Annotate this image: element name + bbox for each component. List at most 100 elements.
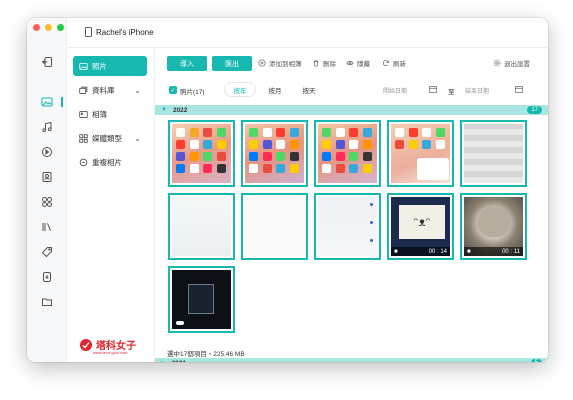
chevron-right-icon[interactable]: ▶ (161, 360, 166, 363)
export-button[interactable]: 匯出 (212, 56, 252, 71)
video-camera-icon: ■ (467, 248, 471, 255)
homescreen-apps (245, 124, 304, 177)
photos-rail-icon[interactable] (39, 94, 55, 110)
sidebar-item-label: 照片 (92, 61, 107, 71)
chevron-down-icon[interactable]: ▼ (161, 107, 167, 113)
album-icon (79, 110, 88, 118)
photo-thumbnail[interactable] (314, 193, 381, 260)
title-bar: Rachel's iPhone (67, 18, 548, 48)
back-icon[interactable] (39, 54, 55, 70)
icon-rail (27, 18, 67, 362)
logo-url: www.tech-girlz.com (93, 350, 128, 355)
video-thumbnail[interactable]: ᵔᴥᵔ ■ 00 : 14 (387, 193, 454, 260)
rabbit-picture: ᵔᴥᵔ (399, 205, 445, 239)
tag-icon[interactable] (39, 244, 55, 260)
main-panel: 導入 匯出 添加到相簿 刪除 隱藏 刷新 退出設置 ✓ 照片(17) 按年 按月 (155, 48, 548, 362)
homescreen-apps (172, 124, 231, 177)
tab-by-year[interactable]: 按年 (225, 83, 255, 96)
eye-icon (346, 60, 354, 66)
close-window-button[interactable] (33, 24, 40, 31)
sidebar-item-label: 媒體類型 (92, 133, 122, 143)
zoom-window-button[interactable] (57, 24, 64, 31)
sidebar-item-photos[interactable]: 照片 (73, 56, 147, 76)
photo-thumbnail[interactable] (241, 120, 308, 187)
video-duration: 00 : 11 (502, 248, 520, 255)
chevron-down-icon[interactable]: ⌄ (134, 86, 141, 95)
calendar-widget (417, 158, 449, 180)
plus-circle-icon (258, 59, 266, 67)
phone-icon (85, 27, 92, 37)
logo-icon (80, 338, 92, 351)
to-label: 至 (448, 89, 455, 96)
video-icon[interactable] (39, 144, 55, 160)
video-duration-bar: ■ 00 : 11 (464, 247, 523, 256)
app-window: Rachel's iPhone 照片 資料庫 ⌄ 相簿 媒體類型 ⌄ 重複相片 (27, 18, 548, 362)
video-duration-bar: ■ 00 : 14 (391, 247, 450, 256)
start-date-input[interactable]: 開始日期 (383, 86, 407, 95)
import-button[interactable]: 導入 (167, 56, 207, 71)
sidebar-item-label: 重複相片 (92, 157, 122, 167)
device-selector[interactable]: Rachel's iPhone (85, 27, 154, 37)
music-icon[interactable] (39, 119, 55, 135)
sidebar-item-albums[interactable]: 相簿 (73, 104, 147, 124)
cat-face (478, 207, 510, 237)
hide-label: 隱藏 (357, 61, 370, 68)
brand-logo: 塔科女子 www.tech-girlz.com (79, 337, 136, 355)
photo-thumbnail[interactable] (168, 266, 235, 333)
refresh-button[interactable]: 刷新 (382, 58, 406, 68)
minimize-window-button[interactable] (45, 24, 52, 31)
calendar-icon[interactable] (515, 85, 523, 93)
sidebar-item-label: 資料庫 (92, 85, 115, 95)
window-controls (33, 24, 64, 31)
duplicate-icon (79, 158, 88, 166)
year-section-2022[interactable]: ▼ 2022 17 (155, 105, 548, 115)
calendar-icon[interactable] (429, 85, 437, 93)
media-type-icon (79, 133, 88, 143)
video-duration: 00 : 14 (428, 248, 447, 255)
backup-icon[interactable] (39, 269, 55, 285)
delete-button[interactable]: 刪除 (312, 58, 336, 68)
sidebar-item-duplicates[interactable]: 重複相片 (73, 152, 147, 172)
select-all-checkbox[interactable]: ✓ (169, 86, 177, 94)
cloud-icon (176, 321, 184, 325)
refresh-icon (382, 60, 389, 66)
trash-icon (313, 60, 319, 67)
chevron-down-icon[interactable]: ⌄ (134, 134, 141, 143)
photo-thumbnail[interactable] (241, 193, 308, 260)
photo-thumbnail[interactable] (460, 120, 527, 187)
library-icon (79, 86, 88, 94)
contacts-icon[interactable] (39, 169, 55, 185)
add-to-album-button[interactable]: 添加到相簿 (258, 58, 302, 68)
year-section-2021[interactable]: ▶ 2021 5 (155, 358, 548, 362)
apps-icon[interactable] (39, 194, 55, 210)
add-to-album-label: 添加到相簿 (269, 61, 302, 68)
photo-thumbnail[interactable] (387, 120, 454, 187)
books-icon[interactable] (39, 219, 55, 235)
dark-object (188, 284, 214, 314)
delete-label: 刪除 (323, 61, 336, 68)
homescreen-apps (318, 124, 377, 177)
gear-icon (493, 59, 501, 67)
photo-thumbnail[interactable] (168, 193, 235, 260)
active-indicator (61, 97, 63, 107)
sidebar: 照片 資料庫 ⌄ 相簿 媒體類型 ⌄ 重複相片 塔科女子 www.tech-gi… (67, 48, 155, 362)
device-name: Rachel's iPhone (96, 27, 154, 37)
video-camera-icon: ■ (394, 248, 398, 255)
hide-button[interactable]: 隱藏 (346, 58, 370, 68)
photo-thumbnail[interactable] (314, 120, 381, 187)
homescreen-apps (391, 124, 450, 153)
end-date-input[interactable]: 結束日期 (465, 86, 489, 95)
photo-thumbnail[interactable] (168, 120, 235, 187)
exit-settings-button[interactable]: 退出設置 (493, 58, 530, 68)
sidebar-item-library[interactable]: 資料庫 ⌄ (73, 80, 147, 100)
video-thumbnail[interactable]: ■ 00 : 11 (460, 193, 527, 260)
filter-bar: ✓ 照片(17) 按年 按月 按天 開始日期 至 結束日期 (163, 82, 540, 98)
sidebar-item-label: 相簿 (92, 109, 107, 119)
sidebar-item-media-types[interactable]: 媒體類型 ⌄ (73, 128, 147, 148)
year-count-badge: 17 (527, 106, 542, 114)
year-label: 2022 (172, 106, 188, 114)
folder-icon[interactable] (39, 294, 55, 310)
photo-icon (79, 62, 88, 70)
tab-by-month[interactable]: 按月 (260, 83, 290, 96)
tab-by-day[interactable]: 按天 (294, 83, 324, 96)
